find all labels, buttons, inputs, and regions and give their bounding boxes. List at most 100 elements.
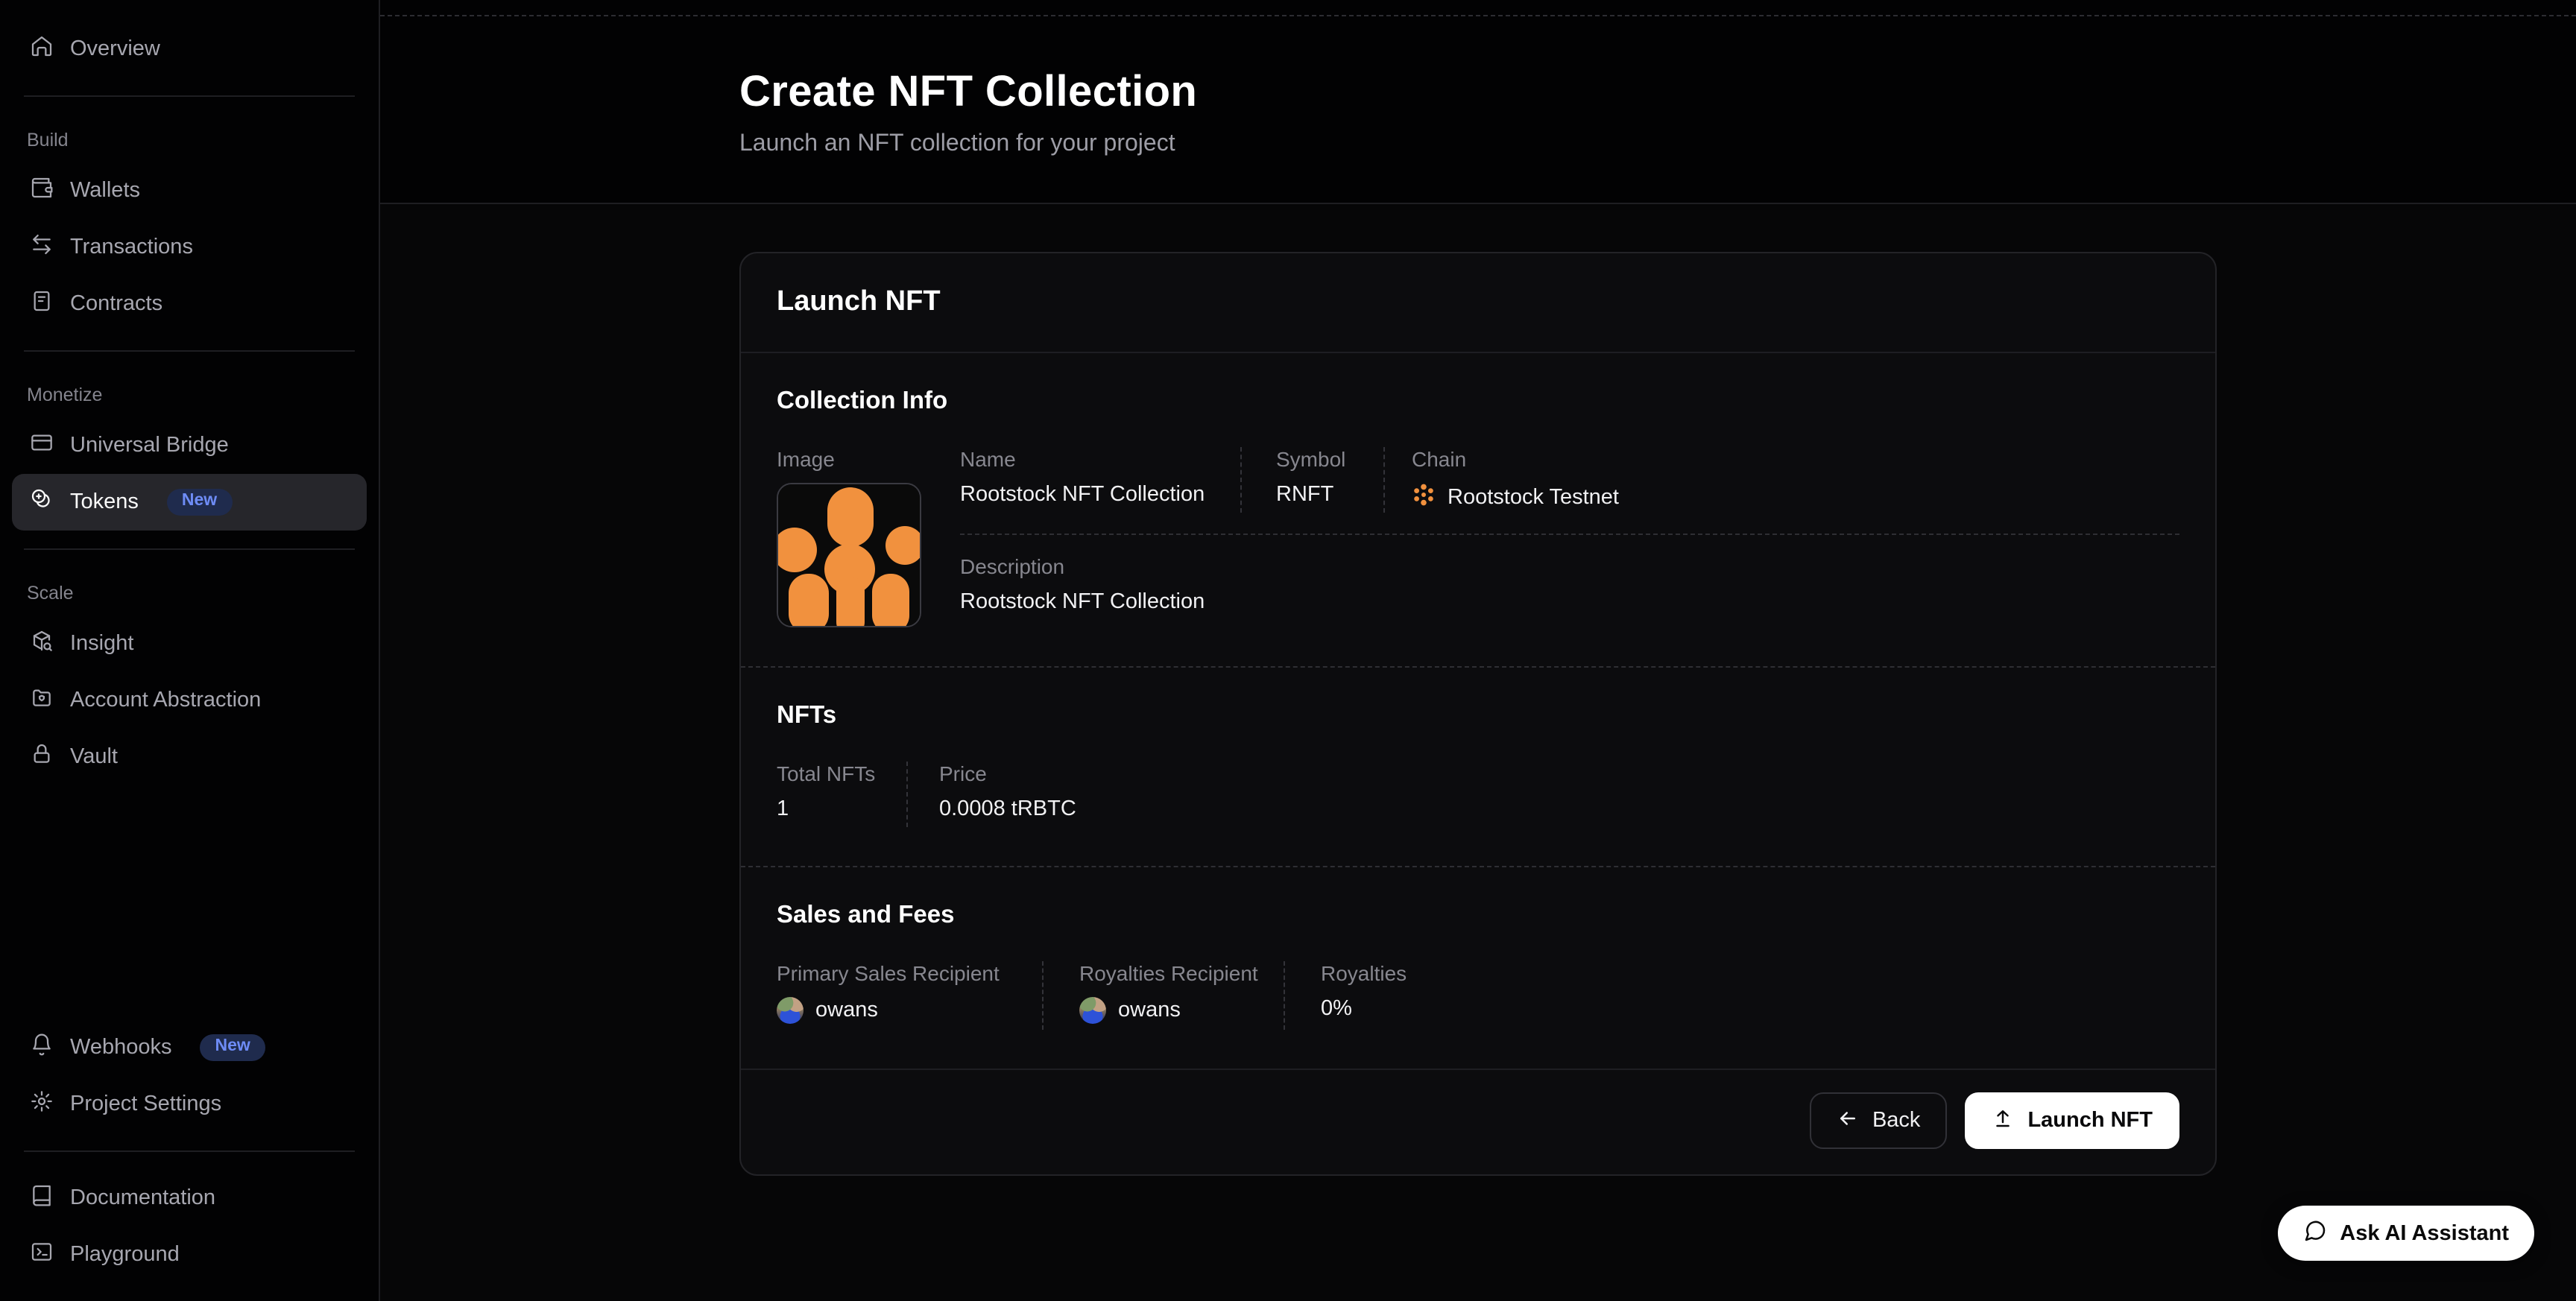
- sidebar-item-universal-bridge[interactable]: Universal Bridge: [12, 417, 367, 474]
- avatar: [777, 997, 804, 1024]
- row-separator: [960, 534, 2179, 535]
- book-icon: [30, 1183, 54, 1213]
- chain-label: Chain: [1412, 447, 2179, 471]
- description-label: Description: [960, 554, 2179, 578]
- sidebar-item-account-abstraction[interactable]: Account Abstraction: [12, 672, 367, 729]
- document-icon: [30, 289, 54, 319]
- main-area: Create NFT Collection Launch an NFT coll…: [380, 0, 2576, 1301]
- lock-icon: [30, 742, 54, 772]
- collection-info-title: Collection Info: [777, 387, 2179, 416]
- total-nfts-value: 1: [777, 797, 906, 821]
- royalties-column: Royalties 0%: [1284, 961, 2179, 1030]
- sidebar-item-overview[interactable]: Overview: [12, 21, 367, 77]
- image-column: Image: [777, 447, 960, 627]
- upload-icon: [1992, 1107, 2014, 1135]
- gear-icon: [30, 1089, 54, 1119]
- collection-info-fields: Name Rootstock NFT Collection Symbol RNF…: [960, 447, 2179, 627]
- sidebar-item-vault[interactable]: Vault: [12, 729, 367, 785]
- sidebar-item-label: Playground: [70, 1243, 180, 1267]
- sidebar-item-label: Webhooks: [70, 1036, 172, 1060]
- sidebar-section-build: Build: [0, 115, 379, 162]
- primary-sales-label: Primary Sales Recipient: [777, 961, 1042, 985]
- description-value: Rootstock NFT Collection: [960, 590, 2179, 614]
- credit-card-icon: [30, 431, 54, 460]
- sidebar-item-wallets[interactable]: Wallets: [12, 162, 367, 219]
- sidebar-item-tokens[interactable]: Tokens New: [12, 474, 367, 531]
- sidebar-item-label: Tokens: [70, 490, 139, 514]
- sidebar-item-label: Overview: [70, 37, 160, 61]
- image-label: Image: [777, 447, 960, 471]
- price-label: Price: [939, 762, 1076, 785]
- sidebar-top-group: Overview Build Wallets Transactions Cont…: [0, 21, 379, 785]
- nft-collection-image: [777, 483, 921, 627]
- name-label: Name: [960, 447, 1240, 471]
- sidebar-item-label: Account Abstraction: [70, 689, 261, 712]
- page-subtitle: Launch an NFT collection for your projec…: [739, 131, 2217, 158]
- sidebar-item-label: Wallets: [70, 179, 140, 203]
- rootstock-icon: [1412, 483, 1436, 513]
- sales-fees-section: Sales and Fees Primary Sales Recipient o…: [741, 867, 2215, 1069]
- nfts-section: NFTs Total NFTs 1 Price 0.0008 tRBTC: [741, 668, 2215, 866]
- launch-nft-button-label: Launch NFT: [2027, 1109, 2153, 1133]
- sidebar-item-label: Insight: [70, 632, 133, 656]
- coins-icon: [30, 487, 54, 517]
- back-button-label: Back: [1872, 1109, 1921, 1133]
- name-value: Rootstock NFT Collection: [960, 483, 1240, 507]
- total-nfts-label: Total NFTs: [777, 762, 906, 785]
- arrow-left-icon: [1837, 1107, 1859, 1135]
- ask-ai-assistant-label: Ask AI Assistant: [2340, 1221, 2509, 1245]
- royalties-recipient-value: owans: [1118, 998, 1181, 1022]
- symbol-column: Symbol RNFT: [1240, 447, 1383, 513]
- package-search-icon: [30, 629, 54, 659]
- sidebar-section-monetize: Monetize: [0, 370, 379, 417]
- back-button[interactable]: Back: [1810, 1092, 1948, 1149]
- sidebar-item-insight[interactable]: Insight: [12, 615, 367, 672]
- sidebar-item-contracts[interactable]: Contracts: [12, 276, 367, 332]
- sidebar-spacer: [0, 785, 379, 1019]
- sidebar-item-label: Contracts: [70, 292, 162, 316]
- card-title: Launch NFT: [777, 286, 2179, 319]
- chain-value: Rootstock Testnet: [1448, 486, 1619, 510]
- page-content: Launch NFT Collection Info Image: [380, 204, 2576, 1301]
- sidebar-section-scale: Scale: [0, 568, 379, 615]
- name-column: Name Rootstock NFT Collection: [960, 447, 1240, 513]
- description-column: Description Rootstock NFT Collection: [960, 554, 2179, 614]
- price-column: Price 0.0008 tRBTC: [906, 762, 1076, 827]
- arrows-left-right-icon: [30, 232, 54, 262]
- launch-nft-button[interactable]: Launch NFT: [1965, 1092, 2179, 1149]
- sidebar-item-project-settings[interactable]: Project Settings: [12, 1076, 367, 1133]
- sidebar: Overview Build Wallets Transactions Cont…: [0, 0, 380, 1301]
- sidebar-item-label: Documentation: [70, 1186, 215, 1210]
- nfts-title: NFTs: [777, 702, 2179, 730]
- sidebar-item-label: Transactions: [70, 235, 193, 259]
- launch-nft-card: Launch NFT Collection Info Image: [739, 252, 2217, 1176]
- sidebar-item-playground[interactable]: Playground: [12, 1226, 367, 1283]
- sidebar-item-documentation[interactable]: Documentation: [12, 1170, 367, 1226]
- sidebar-item-webhooks[interactable]: Webhooks New: [12, 1019, 367, 1076]
- folder-shield-icon: [30, 686, 54, 715]
- home-icon: [30, 34, 54, 64]
- royalties-label: Royalties: [1321, 961, 2179, 985]
- sidebar-item-transactions[interactable]: Transactions: [12, 219, 367, 276]
- sales-fees-title: Sales and Fees: [777, 902, 2179, 930]
- symbol-value: RNFT: [1276, 483, 1383, 507]
- royalties-recipient-column: Royalties Recipient owans: [1042, 961, 1284, 1030]
- page-header: Create NFT Collection Launch an NFT coll…: [380, 0, 2576, 204]
- collection-info-section: Collection Info Image: [741, 353, 2215, 666]
- card-footer: Back Launch NFT: [741, 1069, 2215, 1174]
- avatar: [1079, 997, 1106, 1024]
- sidebar-item-label: Universal Bridge: [70, 434, 229, 458]
- sidebar-divider: [24, 1150, 355, 1152]
- sidebar-item-label: Project Settings: [70, 1092, 221, 1116]
- wallet-icon: [30, 176, 54, 206]
- price-value: 0.0008 tRBTC: [939, 797, 1076, 821]
- primary-sales-column: Primary Sales Recipient owans: [777, 961, 1042, 1030]
- sidebar-divider: [24, 350, 355, 352]
- app-window: Overview Build Wallets Transactions Cont…: [0, 0, 2576, 1301]
- page-title: Create NFT Collection: [739, 69, 2217, 118]
- chain-column: Chain: [1383, 447, 2179, 513]
- ask-ai-assistant-button[interactable]: Ask AI Assistant: [2277, 1206, 2534, 1261]
- royalties-recipient-label: Royalties Recipient: [1079, 961, 1284, 985]
- symbol-label: Symbol: [1276, 447, 1383, 471]
- sidebar-bottom-group: Webhooks New Project Settings Documentat…: [0, 1019, 379, 1301]
